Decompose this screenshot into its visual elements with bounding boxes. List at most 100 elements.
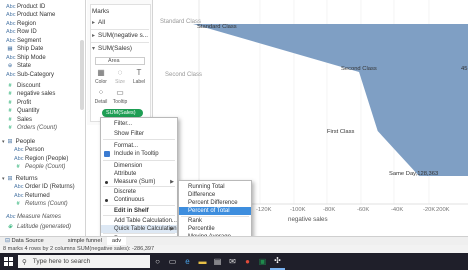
funnel-area-mark[interactable] <box>193 24 468 176</box>
data-field[interactable]: # Sales <box>6 116 32 124</box>
label-button[interactable]: T Label <box>130 68 148 88</box>
menu-item-filter[interactable]: Filter... <box>101 120 177 128</box>
menu-item-dimension[interactable]: Dimension <box>101 162 177 170</box>
menu-item-discrete[interactable]: Discrete <box>101 188 177 196</box>
sum-sales-pill[interactable]: SUM(Sales) <box>102 109 143 117</box>
data-field-label: negative sales <box>17 91 56 97</box>
edge-icon[interactable]: e <box>180 253 195 270</box>
menu-item-show-filter[interactable]: Show Filter <box>101 130 177 138</box>
task-view-icon[interactable]: ○ <box>150 253 165 270</box>
data-pane: Abc Product ID Abc Product Name Abc Region Abc… <box>0 0 86 236</box>
taskbar-search-box[interactable]: ⚲ Type here to search <box>18 255 150 268</box>
pill-context-menu: Filter... Show Filter Format... Include in … <box>100 117 178 244</box>
marks-layer-negative-sales[interactable]: ▸ SUM(negative s... <box>92 32 148 39</box>
data-field[interactable]: # Quantity <box>6 107 39 115</box>
store-icon[interactable]: ▤ <box>210 253 225 270</box>
size-button[interactable]: ◌ Size <box>111 68 129 88</box>
menu-item-quick-table-calculation[interactable]: Quick Table Calculation ▶ <box>101 225 177 233</box>
marks-all[interactable]: ▸ All <box>92 19 105 26</box>
submenu-item-percentile[interactable]: Percentile <box>179 225 251 233</box>
data-field[interactable]: ▦ Ship Date <box>6 45 43 53</box>
size-icon: ◌ <box>117 68 123 77</box>
menu-item-edit-in-shelf[interactable]: Edit in Shelf <box>101 207 177 215</box>
x-tick-label: -100K <box>290 207 306 213</box>
detail-label: Detail <box>94 99 108 105</box>
data-field[interactable]: # Returns (Count) <box>14 200 67 208</box>
file-explorer-icon[interactable]: ▬ <box>195 253 210 270</box>
data-field[interactable]: Abc Person <box>14 146 44 154</box>
data-field[interactable]: # People (Count) <box>14 163 65 171</box>
menu-item-include-in-tooltip[interactable]: Include in Tooltip <box>101 150 177 158</box>
mark-type-dropdown[interactable]: Area <box>95 57 145 65</box>
marks-layer-sales[interactable]: ▾ SUM(Sales) <box>92 45 132 52</box>
multitask-icon[interactable]: ▭ <box>165 253 180 270</box>
data-field-label: Orders (Count) <box>17 125 58 131</box>
measure-icon: # <box>8 125 12 131</box>
submenu-item-label: Percent Difference <box>188 200 238 206</box>
data-field[interactable]: Abc Product Name <box>6 11 55 19</box>
menu-item-continuous[interactable]: Continuous <box>101 196 177 204</box>
menu-item-attribute[interactable]: Attribute <box>101 170 177 178</box>
menu-item-measure-sum[interactable]: Measure (Sum) ▶ <box>101 178 177 186</box>
data-field[interactable]: Abc Region <box>6 20 36 28</box>
data-field[interactable]: # Discount <box>6 82 40 90</box>
data-field[interactable]: Abc Sub-Category <box>6 71 54 79</box>
tableau-window: Abc Product ID Abc Product Name Abc Region Abc… <box>0 0 468 270</box>
submenu-item-label: Difference <box>188 192 216 198</box>
data-field[interactable]: # Orders (Count) <box>6 124 57 132</box>
submenu-item-difference[interactable]: Difference <box>179 191 251 199</box>
menu-item-label: Filter... <box>114 121 133 127</box>
data-field[interactable]: Abc Row ID <box>6 28 37 36</box>
tab-data-source-label: Data Source <box>11 237 44 244</box>
checkbox-checked-icon <box>104 151 110 157</box>
data-field-label: Returned <box>25 192 50 199</box>
tooltip-icon: ▭ <box>116 88 124 97</box>
dimension-icon: Abc <box>14 155 24 162</box>
dimension-icon: Abc <box>14 184 24 190</box>
data-field[interactable]: Abc Segment <box>6 37 41 45</box>
data-field[interactable]: Abc Order ID (Returns) <box>14 183 75 191</box>
dimension-icon: Abc <box>6 4 16 10</box>
data-field[interactable]: ⊕ State <box>6 62 31 70</box>
data-field-label: Sub-Category <box>17 72 55 78</box>
data-section-header[interactable]: ▾ ⊞ Returns <box>2 174 38 183</box>
menu-item-label: Dimension <box>114 163 143 169</box>
data-field[interactable]: Abc Product ID <box>6 3 45 11</box>
submenu-item-percent-difference[interactable]: Percent Difference <box>179 199 251 207</box>
submenu-arrow-icon: ▶ <box>170 226 174 232</box>
windows-start-button[interactable] <box>0 253 16 270</box>
data-field-label: Sales <box>17 117 33 123</box>
menu-item-add-table-calculation[interactable]: Add Table Calculation... <box>101 217 177 225</box>
color-button[interactable]: ▦ Color <box>92 68 110 88</box>
data-field-label: Region <box>17 21 37 27</box>
mail-icon[interactable]: ✉ <box>225 253 240 270</box>
windows-logo-icon <box>3 257 13 266</box>
data-field[interactable]: # negative sales <box>6 90 55 98</box>
tab-label: adv <box>111 237 122 244</box>
folder-icon: ⊞ <box>7 139 13 145</box>
excel-icon[interactable]: ▣ <box>255 253 270 270</box>
data-field[interactable]: ⊕ Latitude (generated) <box>6 223 71 231</box>
windows-taskbar: ⚲ Type here to search ○ ▭ e ▬ ▤ ✉ ● ▣ ✣ <box>0 253 468 270</box>
tooltip-button[interactable]: ▭ Tooltip <box>111 88 129 108</box>
chevron-down-icon: ▾ <box>2 138 5 145</box>
data-field[interactable]: Abc Measure Names <box>6 213 61 221</box>
data-section-header[interactable]: ▾ ⊞ People <box>2 137 35 146</box>
marks-layer-label: SUM(Sales) <box>98 45 132 52</box>
marks-title: Marks <box>92 8 109 15</box>
data-field[interactable]: Abc Region (People) <box>14 155 68 163</box>
menu-item-format[interactable]: Format... <box>101 142 177 150</box>
menu-item-label: Edit in Shelf <box>114 208 149 214</box>
submenu-item-percent-of-total[interactable]: Percent of Total <box>179 207 251 215</box>
data-field[interactable]: Abc Ship Mode <box>6 54 46 62</box>
data-field[interactable]: Abc Returned <box>14 192 50 200</box>
dimension-icon: ▦ <box>7 46 13 52</box>
detail-button[interactable]: ⁘ Detail <box>92 88 110 108</box>
submenu-item-rank[interactable]: Rank <box>179 217 251 225</box>
data-field-label: Ship Mode <box>17 55 46 61</box>
data-pane-scrollbar[interactable] <box>80 40 84 110</box>
data-field[interactable]: # Profit <box>6 99 31 107</box>
tableau-icon[interactable]: ✣ <box>270 253 285 270</box>
submenu-item-running-total[interactable]: Running Total <box>179 183 251 191</box>
chrome-icon[interactable]: ● <box>240 253 255 270</box>
